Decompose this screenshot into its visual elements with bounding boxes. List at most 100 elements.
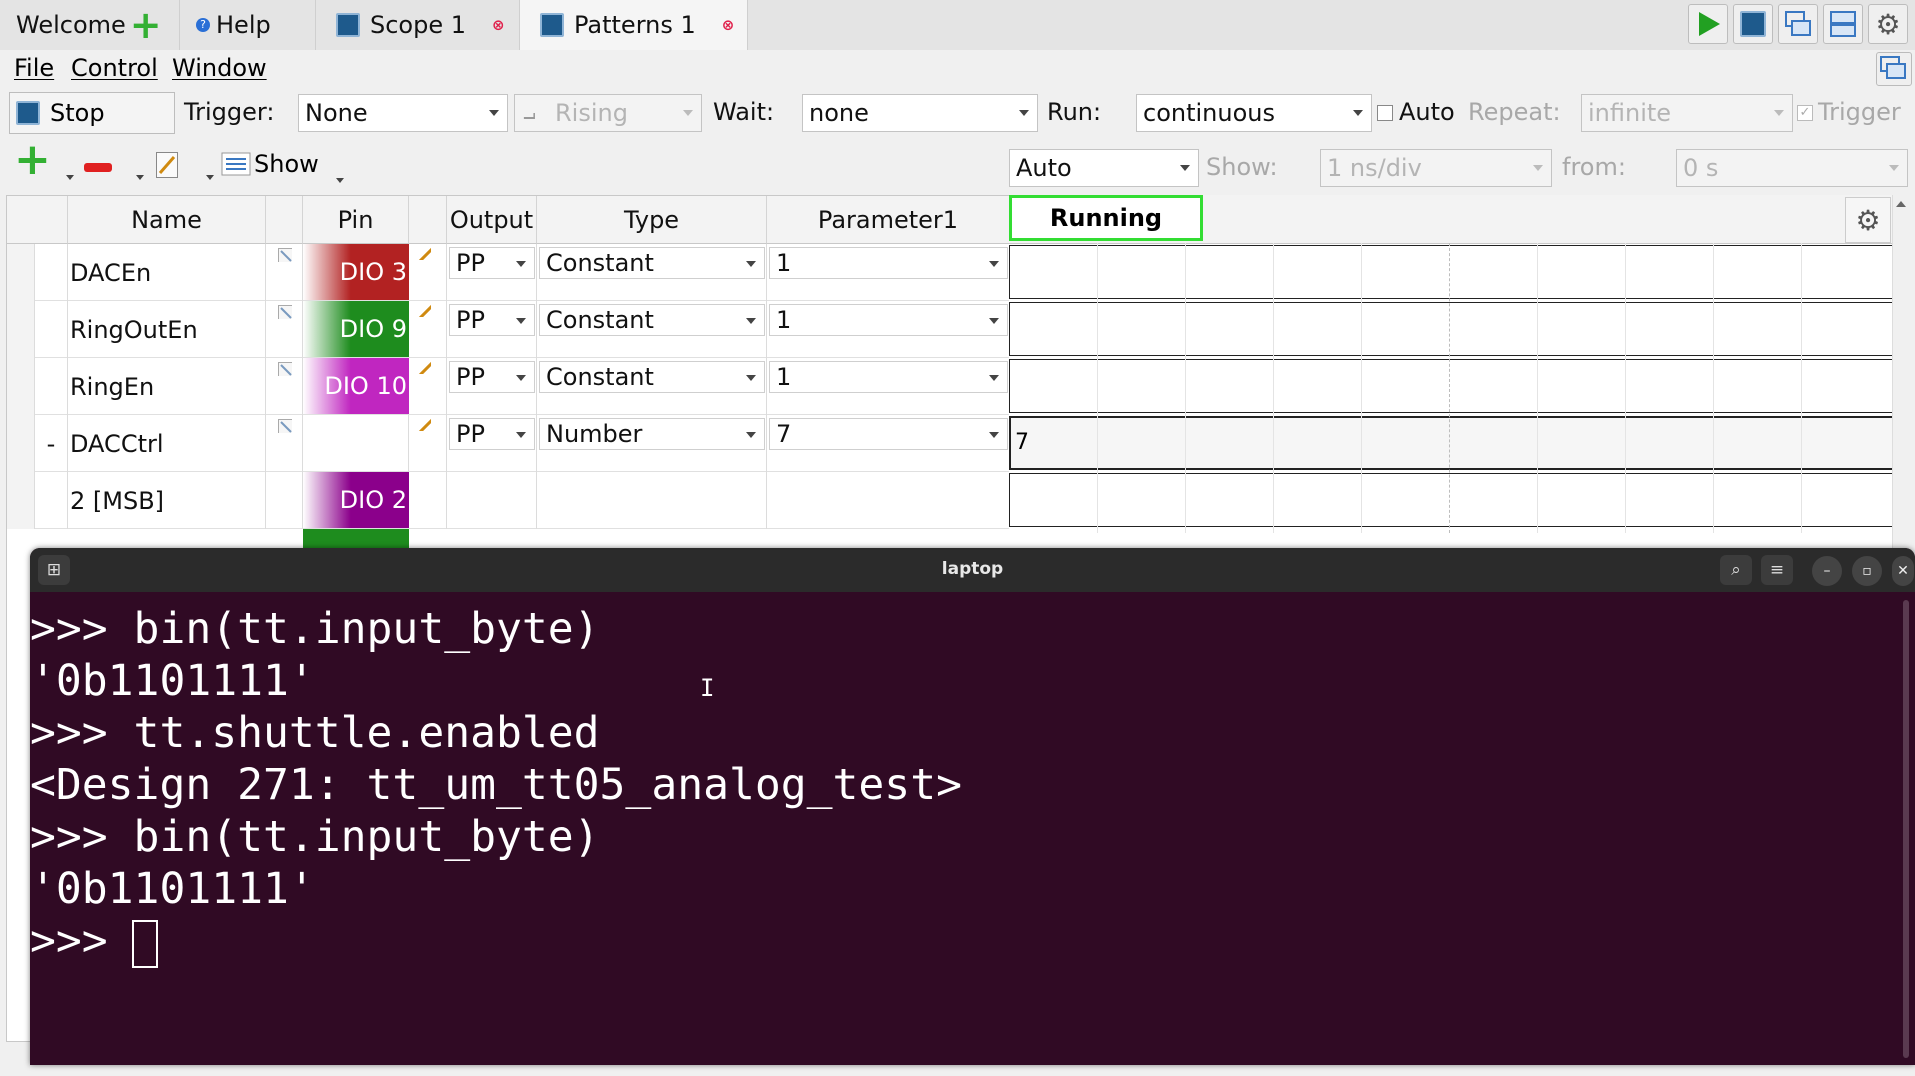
table-row[interactable]: - DACCtrl PP Number 7 (7, 415, 1010, 472)
trigger-source-select[interactable]: None (298, 94, 508, 132)
timebase-select[interactable]: 1 ns/div (1320, 149, 1552, 187)
edit-name-icon[interactable] (278, 305, 292, 319)
row-header[interactable] (7, 358, 35, 415)
waveform-settings-button[interactable]: ⚙ (1845, 197, 1891, 243)
tab-patterns[interactable]: Patterns 1 ⊗ (520, 0, 748, 50)
header-parameter1[interactable]: Parameter1 (767, 196, 1010, 244)
tab-welcome[interactable]: Welcome + (0, 0, 180, 50)
output-select[interactable]: PP (449, 304, 535, 336)
repeat-select[interactable]: infinite (1581, 94, 1793, 132)
menu-button[interactable]: ≡ (1761, 555, 1793, 585)
terminal-titlebar[interactable]: ⊞ laptop ⌕ ≡ – ▫ ✕ (30, 548, 1915, 592)
menu-window[interactable]: Window (172, 54, 267, 82)
edit-dropdown-icon[interactable] (206, 175, 214, 180)
parameter-select[interactable]: 1 (769, 361, 1008, 393)
table-row[interactable]: RingOutEn DIO 9 PP Constant 1 (7, 301, 1010, 358)
row-header[interactable] (7, 244, 35, 301)
wait-select[interactable]: none (802, 94, 1038, 132)
remove-signal-button[interactable] (84, 163, 112, 172)
edit-params-icon[interactable] (417, 417, 431, 431)
close-button[interactable]: ✕ (1892, 556, 1914, 586)
tile-windows-button[interactable] (1823, 4, 1863, 44)
add-tab-icon[interactable]: + (130, 6, 162, 44)
stop-square-icon (16, 101, 40, 125)
signal-name[interactable]: 2 [MSB] (68, 472, 266, 529)
show-dropdown-icon[interactable] (336, 178, 344, 183)
header-pin[interactable]: Pin (303, 196, 409, 244)
close-patterns-icon[interactable]: ⊗ (722, 16, 735, 34)
expander[interactable] (35, 358, 68, 415)
type-select[interactable]: Constant (539, 361, 765, 393)
tab-scope[interactable]: Scope 1 ⊗ (316, 0, 520, 50)
close-scope-icon[interactable]: ⊗ (492, 16, 505, 34)
window-restore-button[interactable] (1876, 52, 1912, 86)
output-select[interactable]: PP (449, 361, 535, 393)
parameter-select[interactable]: 7 (769, 418, 1008, 450)
output-select[interactable]: PP (449, 418, 535, 450)
edit-name-icon[interactable] (278, 362, 292, 376)
auto-checkbox[interactable] (1377, 105, 1393, 121)
output-select[interactable]: PP (449, 247, 535, 279)
signal-name[interactable]: RingEn (68, 358, 266, 415)
edit-signal-button[interactable] (156, 152, 178, 178)
run-select[interactable]: continuous (1136, 94, 1372, 132)
maximize-button[interactable]: ▫ (1852, 556, 1882, 586)
edit-name-icon[interactable] (278, 419, 292, 433)
header-type[interactable]: Type (537, 196, 767, 244)
from-select[interactable]: 0 s (1676, 149, 1908, 187)
type-select[interactable]: Constant (539, 304, 765, 336)
type-select[interactable]: Number (539, 418, 765, 450)
type-select[interactable]: Constant (539, 247, 765, 279)
trigger-checkbox[interactable]: ✓ (1797, 105, 1813, 121)
menu-control[interactable]: Control (71, 54, 158, 82)
pin-badge[interactable]: DIO 9 (303, 301, 409, 357)
signal-name[interactable]: RingOutEn (68, 301, 266, 358)
pin-badge[interactable]: DIO 10 (303, 358, 409, 414)
minimize-button[interactable]: – (1812, 556, 1842, 586)
menu-file[interactable]: File (14, 54, 54, 82)
stop-all-button[interactable] (1733, 4, 1773, 44)
header-name[interactable]: Name (68, 196, 266, 244)
signal-name[interactable]: DACCtrl (68, 415, 266, 472)
add-signal-button[interactable]: + (14, 138, 51, 182)
row-header[interactable] (7, 472, 35, 529)
expander[interactable] (35, 301, 68, 358)
show-button[interactable]: Show (220, 150, 319, 178)
scroll-up-icon[interactable] (1896, 201, 1906, 207)
settings-button[interactable]: ⚙ (1868, 4, 1908, 44)
edit-name-icon[interactable] (278, 248, 292, 262)
edit-cell (266, 358, 303, 415)
add-dropdown-icon[interactable] (66, 175, 74, 180)
tab-help[interactable]: ? Help (180, 0, 316, 50)
remove-dropdown-icon[interactable] (136, 175, 144, 180)
terminal-window[interactable]: ⊞ laptop ⌕ ≡ – ▫ ✕ >>> bin(tt.input_byte… (30, 548, 1915, 1065)
edit-params-icon[interactable] (417, 303, 431, 317)
pin-badge[interactable]: DIO 2 (303, 472, 409, 528)
search-button[interactable]: ⌕ (1720, 555, 1752, 585)
terminal-title: laptop (941, 559, 1004, 579)
table-row[interactable]: DACEn DIO 3 PP Constant 1 (7, 244, 1010, 301)
row-header[interactable] (7, 415, 35, 472)
terminal-scrollbar[interactable] (1903, 600, 1909, 1058)
header-output[interactable]: Output (447, 196, 537, 244)
table-row[interactable]: 2 [MSB] DIO 2 (7, 472, 1010, 529)
row-header[interactable] (7, 301, 35, 358)
table-row[interactable]: RingEn DIO 10 PP Constant 1 (7, 358, 1010, 415)
run-button[interactable] (1688, 4, 1728, 44)
patterns-icon (540, 13, 564, 37)
cascade-windows-button[interactable] (1778, 4, 1818, 44)
expander[interactable] (35, 472, 68, 529)
stop-button[interactable]: Stop (9, 92, 175, 134)
pin-cell[interactable] (303, 415, 409, 472)
trigger-edge-select[interactable]: ⨼ Rising (514, 94, 702, 132)
signal-name[interactable]: DACEn (68, 244, 266, 301)
pin-badge[interactable]: DIO 3 (303, 244, 409, 300)
edit-cell-2 (409, 472, 447, 529)
parameter-select[interactable]: 1 (769, 247, 1008, 279)
edit-params-icon[interactable] (417, 246, 431, 260)
edit-params-icon[interactable] (417, 360, 431, 374)
expander[interactable] (35, 244, 68, 301)
zoom-select[interactable]: Auto (1009, 149, 1199, 187)
expander[interactable]: - (35, 415, 68, 472)
parameter-select[interactable]: 1 (769, 304, 1008, 336)
